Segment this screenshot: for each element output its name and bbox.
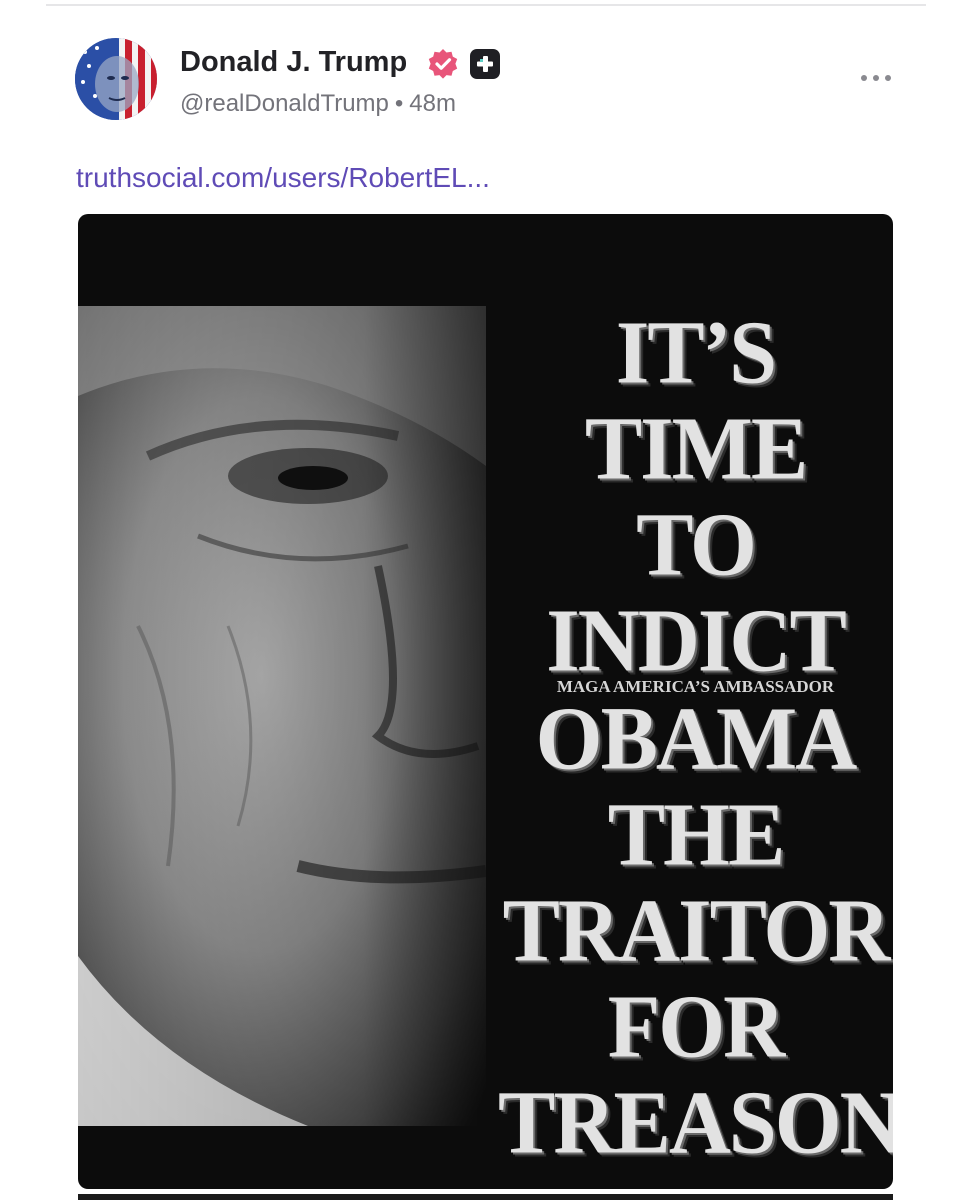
poster-line: FOR [607, 975, 786, 1077]
poster-line: OBAMA [535, 687, 858, 789]
next-image-edge [78, 1194, 893, 1200]
poster-line: TO [636, 493, 757, 595]
poster-headline: IT’S TIME TO INDICT MAGA AMERICA’S AMBAS… [498, 301, 893, 1173]
meta-separator: • [394, 90, 404, 117]
display-name[interactable]: Donald J. Trump [180, 46, 407, 79]
poster-line: TRAITOR [502, 879, 891, 981]
timestamp[interactable]: 48m [409, 90, 456, 117]
poster-line: TREASON [498, 1071, 893, 1173]
avatar[interactable] [75, 38, 157, 120]
more-options-icon[interactable] [856, 66, 896, 90]
poster-line: IT’S [615, 301, 777, 403]
post-link[interactable]: truthsocial.com/users/RobertEL... [76, 162, 490, 194]
handle[interactable]: @realDonaldTrump [180, 90, 389, 117]
post-meta: @realDonaldTrump • 48m [180, 90, 456, 118]
poster-line: TIME [584, 397, 808, 499]
poster-line: THE [607, 783, 786, 885]
post-image[interactable]: IT’S TIME TO INDICT MAGA AMERICA’S AMBAS… [78, 214, 893, 1189]
plus-badge-icon [470, 49, 500, 79]
portrait-photo [78, 306, 486, 1126]
top-divider [46, 4, 926, 6]
verified-icon [428, 49, 458, 79]
poster-line: INDICT [546, 589, 847, 691]
